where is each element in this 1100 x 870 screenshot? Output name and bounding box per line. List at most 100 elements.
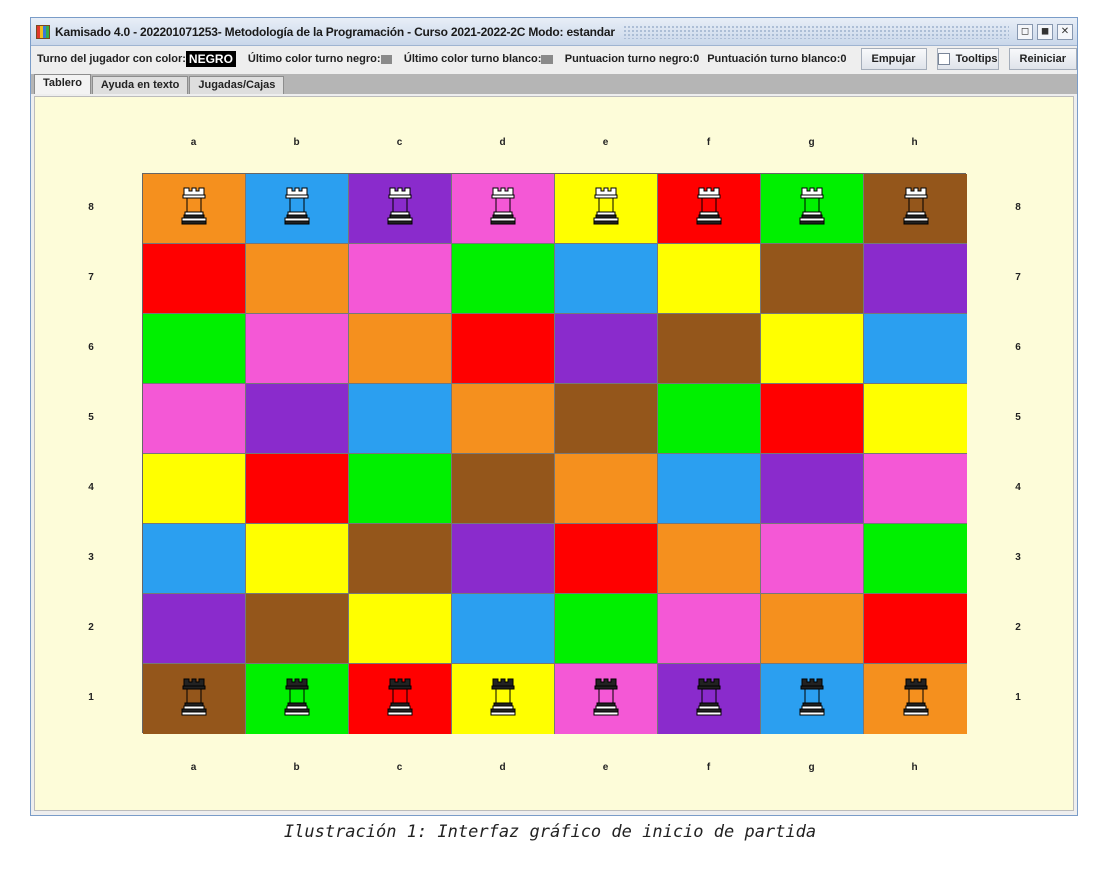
title-bar[interactable]: Kamisado 4.0 - 202201071253- Metodología… (31, 18, 1077, 46)
board-square-h1[interactable] (864, 664, 967, 734)
white-tower-icon[interactable] (696, 186, 722, 231)
board-square-f3[interactable] (658, 524, 761, 594)
board-square-b1[interactable] (246, 664, 349, 734)
tab-tablero[interactable]: Tablero (34, 74, 91, 94)
board-square-d4[interactable] (452, 454, 555, 524)
white-tower-icon[interactable] (799, 186, 825, 231)
board-square-a8[interactable] (143, 174, 246, 244)
board-square-f4[interactable] (658, 454, 761, 524)
board-square-c6[interactable] (349, 314, 452, 384)
board-square-c3[interactable] (349, 524, 452, 594)
board-square-a4[interactable] (143, 454, 246, 524)
board-square-e7[interactable] (555, 244, 658, 314)
score-white-label: Puntuación turno blanco:0 (707, 53, 847, 65)
minimize-icon[interactable]: ◻ (1017, 23, 1033, 40)
board-square-f1[interactable] (658, 664, 761, 734)
board-square-d6[interactable] (452, 314, 555, 384)
tab-jugadas-cajas[interactable]: Jugadas/Cajas (189, 76, 285, 94)
black-tower-icon[interactable] (903, 677, 929, 722)
board-square-e8[interactable] (555, 174, 658, 244)
white-tower-icon[interactable] (387, 186, 413, 231)
black-tower-icon[interactable] (387, 677, 413, 722)
board-square-f6[interactable] (658, 314, 761, 384)
rank-label-left-7: 7 (88, 272, 94, 283)
board-square-c2[interactable] (349, 594, 452, 664)
reset-button[interactable]: Reiniciar (1008, 48, 1077, 70)
board-square-b5[interactable] (246, 384, 349, 454)
app-window: Kamisado 4.0 - 202201071253- Metodología… (30, 17, 1078, 816)
board-square-d7[interactable] (452, 244, 555, 314)
board-square-d3[interactable] (452, 524, 555, 594)
white-tower-icon[interactable] (903, 186, 929, 231)
black-tower-icon[interactable] (799, 677, 825, 722)
board-square-b7[interactable] (246, 244, 349, 314)
board-square-d1[interactable] (452, 664, 555, 734)
push-button[interactable]: Empujar (860, 48, 927, 70)
board-square-h3[interactable] (864, 524, 967, 594)
file-label-bottom-a: a (190, 762, 197, 773)
board-square-b6[interactable] (246, 314, 349, 384)
board-square-f7[interactable] (658, 244, 761, 314)
checkbox-icon[interactable] (937, 53, 950, 65)
black-tower-icon[interactable] (181, 677, 207, 722)
rank-label-right-8: 8 (1015, 202, 1021, 213)
board-square-h4[interactable] (864, 454, 967, 524)
white-tower-icon[interactable] (284, 186, 310, 231)
board-square-b4[interactable] (246, 454, 349, 524)
board-square-g5[interactable] (761, 384, 864, 454)
board-square-g7[interactable] (761, 244, 864, 314)
board-square-h7[interactable] (864, 244, 967, 314)
board-square-h8[interactable] (864, 174, 967, 244)
board-square-a5[interactable] (143, 384, 246, 454)
board-square-h5[interactable] (864, 384, 967, 454)
black-tower-icon[interactable] (696, 677, 722, 722)
board-square-a3[interactable] (143, 524, 246, 594)
window-title: Kamisado 4.0 - 202201071253- Metodología… (55, 24, 615, 39)
board-square-d8[interactable] (452, 174, 555, 244)
maximize-icon[interactable]: ◼ (1037, 23, 1053, 40)
board-square-a7[interactable] (143, 244, 246, 314)
board-square-d2[interactable] (452, 594, 555, 664)
board-square-e3[interactable] (555, 524, 658, 594)
board-square-e1[interactable] (555, 664, 658, 734)
file-label-bottom-h: h (911, 762, 918, 773)
board-square-g8[interactable] (761, 174, 864, 244)
board-square-c8[interactable] (349, 174, 452, 244)
board-square-c4[interactable] (349, 454, 452, 524)
board-square-a2[interactable] (143, 594, 246, 664)
board-square-g6[interactable] (761, 314, 864, 384)
tooltips-checkbox[interactable]: Tooltips (936, 48, 999, 70)
last-black-color-swatch (380, 54, 392, 64)
board-square-h6[interactable] (864, 314, 967, 384)
board-square-c1[interactable] (349, 664, 452, 734)
board-square-a6[interactable] (143, 314, 246, 384)
board-square-b3[interactable] (246, 524, 349, 594)
close-icon[interactable]: ✕ (1057, 23, 1073, 40)
board-square-f8[interactable] (658, 174, 761, 244)
board-square-g2[interactable] (761, 594, 864, 664)
board-square-b2[interactable] (246, 594, 349, 664)
board-square-b8[interactable] (246, 174, 349, 244)
board-square-e4[interactable] (555, 454, 658, 524)
white-tower-icon[interactable] (181, 186, 207, 231)
board-square-f2[interactable] (658, 594, 761, 664)
board-square-g3[interactable] (761, 524, 864, 594)
board-square-d5[interactable] (452, 384, 555, 454)
black-tower-icon[interactable] (284, 677, 310, 722)
board-square-e2[interactable] (555, 594, 658, 664)
black-tower-icon[interactable] (593, 677, 619, 722)
white-tower-icon[interactable] (593, 186, 619, 231)
board-square-a1[interactable] (143, 664, 246, 734)
board-square-c7[interactable] (349, 244, 452, 314)
board-square-f5[interactable] (658, 384, 761, 454)
board-square-h2[interactable] (864, 594, 967, 664)
tab-ayuda-en-texto[interactable]: Ayuda en texto (91, 76, 189, 94)
white-tower-icon[interactable] (490, 186, 516, 231)
board-square-e5[interactable] (555, 384, 658, 454)
board-square-g1[interactable] (761, 664, 864, 734)
board-square-c5[interactable] (349, 384, 452, 454)
black-tower-icon[interactable] (490, 677, 516, 722)
board-square-e6[interactable] (555, 314, 658, 384)
status-toolbar: Turno del jugador con color: NEGRO Últim… (31, 47, 1077, 71)
board-square-g4[interactable] (761, 454, 864, 524)
